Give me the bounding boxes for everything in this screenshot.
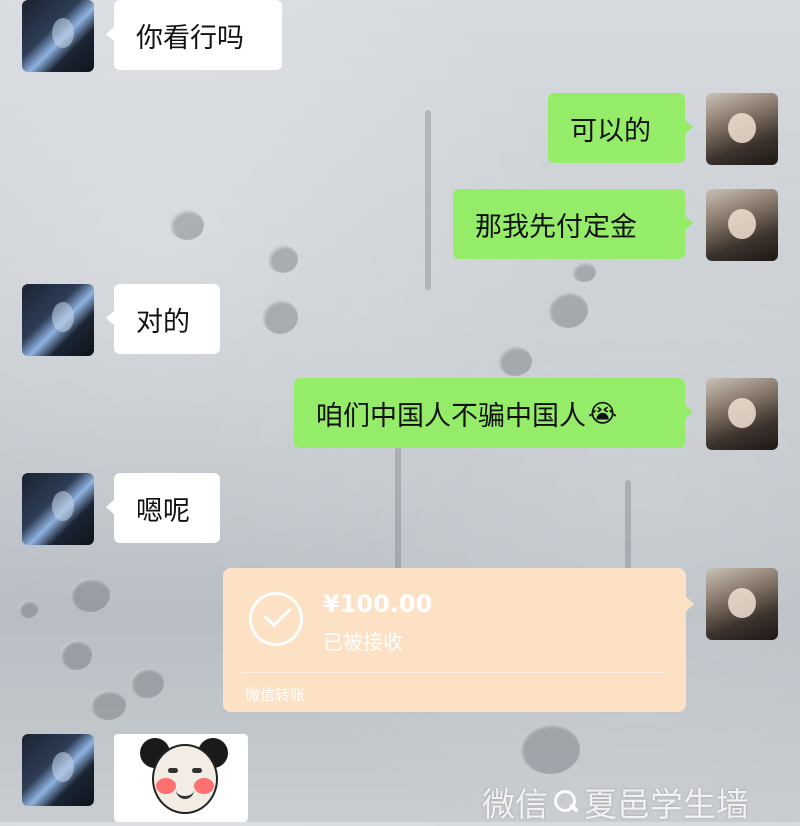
message-bubble-sent[interactable]: 那我先付定金 [453,189,693,259]
message-bubble-sent[interactable]: 咱们中国人不骗中国人 😭 [294,378,693,448]
my-avatar[interactable] [706,189,778,261]
message-text: 嗯呢 [136,495,190,527]
wechat-transfer-card[interactable]: ¥100.00 已被接收 微信转账 [223,568,694,712]
my-avatar[interactable] [706,568,778,640]
message-bubble-received[interactable]: 你看行吗 [106,0,282,70]
contact-avatar[interactable] [22,284,94,356]
search-icon [552,788,580,816]
transfer-amount: ¥100.00 [323,590,433,618]
watermark-name: 夏邑学生墙 [584,785,749,824]
contact-avatar[interactable] [22,0,94,72]
transfer-divider [243,672,666,673]
my-avatar[interactable] [706,378,778,450]
checkmark-circle-icon [249,592,303,646]
my-avatar[interactable] [706,93,778,165]
message-text: 那我先付定金 [475,211,637,243]
contact-avatar[interactable] [22,734,94,806]
message-text: 咱们中国人不骗中国人 [316,400,586,432]
message-text: 对的 [136,306,190,338]
message-text: 可以的 [570,115,651,147]
transfer-footer-label: 微信转账 [245,686,306,704]
watermark: 微信 夏邑学生墙 [482,778,749,826]
message-bubble-received[interactable]: 对的 [106,284,220,354]
message-text: 你看行吗 [136,22,244,54]
message-bubble-sent[interactable]: 可以的 [548,93,693,163]
watermark-prefix: 微信 [482,785,548,824]
contact-avatar[interactable] [22,473,94,545]
crying-emoji-icon: 😭 [588,398,618,428]
message-bubble-received[interactable]: 嗯呢 [106,473,220,543]
panda-face-sticker-icon[interactable] [114,734,248,822]
transfer-status: 已被接收 [323,630,403,654]
